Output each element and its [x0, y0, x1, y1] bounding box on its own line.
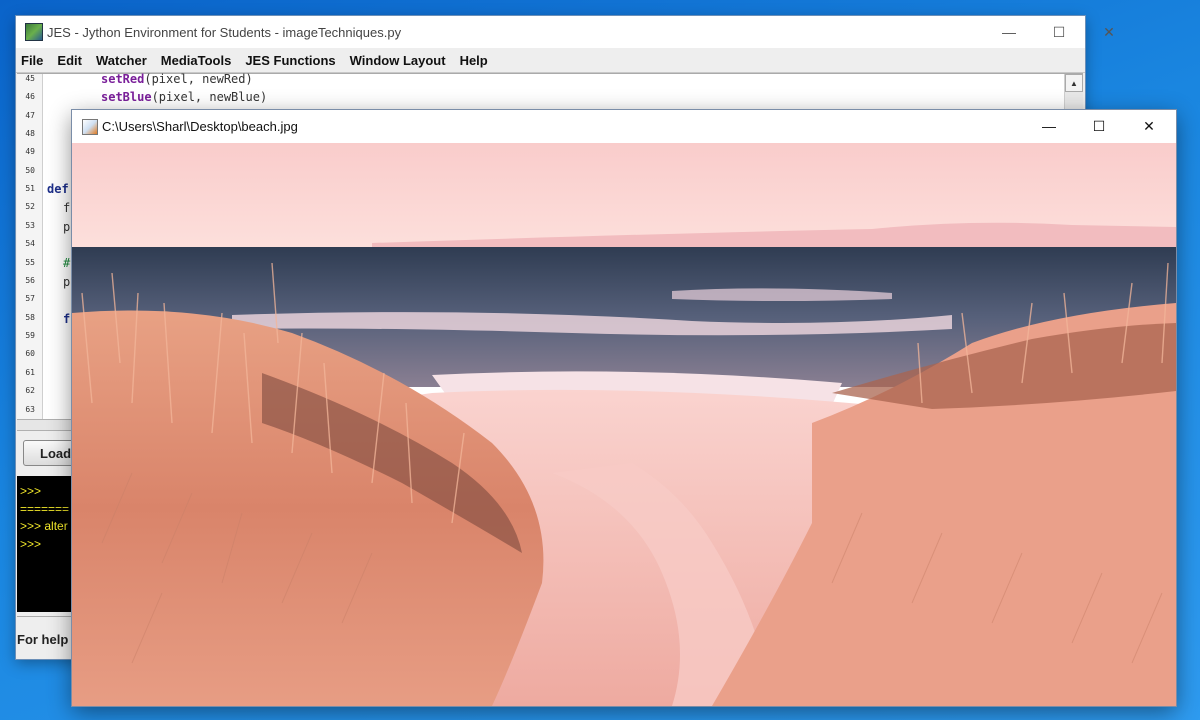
console-line: >>>: [20, 484, 42, 498]
code-comment: #: [63, 256, 71, 270]
line-number: 46: [25, 92, 35, 101]
picture-window[interactable]: C:\Users\Sharl\Desktop\beach.jpg — ☐ ✕: [72, 110, 1176, 706]
line-number: 61: [25, 368, 35, 377]
line-number: 55: [25, 258, 35, 267]
menu-mediatools[interactable]: MediaTools: [161, 53, 232, 68]
minimize-icon[interactable]: —: [984, 16, 1034, 48]
java-app-icon: [82, 118, 98, 135]
code-line-58: f: [63, 312, 71, 326]
code-args: (pixel, newBlue): [151, 90, 268, 104]
line-number: 62: [25, 386, 35, 395]
line-number: 45: [25, 74, 35, 83]
code-line-46: setBlue(pixel, newBlue): [101, 90, 267, 104]
line-number: 57: [25, 294, 35, 303]
code-keyword-def: def: [47, 182, 69, 196]
maximize-icon[interactable]: ☐: [1074, 110, 1124, 142]
line-number: 54: [25, 239, 35, 248]
menu-jes-functions[interactable]: JES Functions: [245, 53, 335, 68]
code-function: setRed: [101, 72, 145, 86]
jes-title-bar[interactable]: JES - Jython Environment for Students - …: [16, 16, 1115, 48]
line-number: 48: [25, 129, 35, 138]
line-number: 58: [25, 313, 35, 322]
line-number: 52: [25, 202, 35, 211]
line-number-gutter: 45 46 47 48 49 50 51 52 53 54 55 56 57 5…: [17, 74, 43, 420]
minimize-icon[interactable]: —: [1024, 110, 1074, 142]
line-number: 59: [25, 331, 35, 340]
menu-help[interactable]: Help: [460, 53, 488, 68]
picture-window-title: C:\Users\Sharl\Desktop\beach.jpg: [102, 119, 298, 134]
jes-app-icon: [25, 23, 43, 41]
code-line-52: f: [63, 201, 71, 215]
scroll-up-arrow-icon[interactable]: ▲: [1065, 74, 1083, 92]
code-line-45: setRed(pixel, newRed): [101, 72, 253, 86]
line-number: 49: [25, 147, 35, 156]
picture-title-bar[interactable]: C:\Users\Sharl\Desktop\beach.jpg — ☐ ✕: [72, 110, 1176, 143]
line-number: 63: [25, 405, 35, 414]
maximize-icon[interactable]: ☐: [1034, 16, 1084, 48]
close-icon[interactable]: ✕: [1084, 16, 1134, 48]
beach-image: [72, 143, 1176, 706]
code-args: (pixel, newRed): [144, 72, 253, 86]
console-line: >>>: [20, 537, 42, 551]
menu-edit[interactable]: Edit: [57, 53, 82, 68]
console-line: >>> alter: [20, 519, 68, 533]
line-number: 56: [25, 276, 35, 285]
menu-window-layout[interactable]: Window Layout: [350, 53, 446, 68]
line-number: 47: [25, 111, 35, 120]
line-number: 51: [25, 184, 35, 193]
code-line-53: p: [63, 220, 71, 234]
close-icon[interactable]: ✕: [1124, 110, 1174, 142]
menu-watcher[interactable]: Watcher: [96, 53, 147, 68]
line-number: 50: [25, 166, 35, 175]
jes-menu-bar: File Edit Watcher MediaTools JES Functio…: [16, 48, 1085, 73]
code-function: setBlue: [101, 90, 152, 104]
line-number: 60: [25, 349, 35, 358]
jes-window-title: JES - Jython Environment for Students - …: [47, 24, 402, 40]
console-line: =======: [20, 502, 70, 516]
status-text: For help c: [17, 632, 80, 647]
code-line-56: p: [63, 275, 71, 289]
menu-file[interactable]: File: [21, 53, 43, 68]
line-number: 53: [25, 221, 35, 230]
